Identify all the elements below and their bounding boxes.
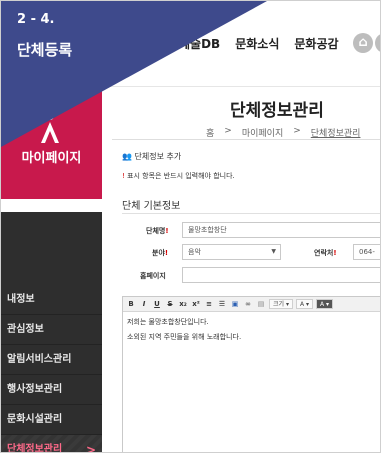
dropdown-arrow-icon: ▼: [271, 248, 276, 255]
strikethrough-button[interactable]: S: [165, 299, 175, 309]
underline-button[interactable]: U: [152, 299, 162, 309]
editor-line: 소외된 지역 주민들을 위해 노래합니다.: [127, 333, 242, 341]
font-size-label: 크기: [273, 301, 285, 308]
editor-toolbar: B I U S x₂ x² ≡ ☰ ▣ ∞ ▤ 크기 ▾ A ▾ A ▾: [123, 297, 380, 312]
main-menu: 예술DB 문화소식 문화공감: [179, 35, 339, 52]
required-mark: !: [165, 227, 169, 235]
sidebar-title: 마이페이지: [21, 151, 82, 166]
subscript-button[interactable]: x₂: [178, 299, 188, 309]
step-number: 2 - 4.: [17, 12, 55, 27]
homepage-label: 홈페이지: [140, 272, 166, 280]
org-name-input[interactable]: 물망초합창단: [182, 222, 380, 238]
required-mark: !: [122, 172, 125, 180]
notice-text: 표시 항목은 반드시 입력해야 합니다.: [127, 172, 235, 180]
section-title: 단체 기본정보: [122, 201, 181, 212]
contact-label-text: 연락처: [314, 249, 334, 257]
mypage-header: 마이페이지: [1, 87, 102, 199]
rich-text-editor: B I U S x₂ x² ≡ ☰ ▣ ∞ ▤ 크기 ▾ A ▾ A ▾ 저희는…: [122, 296, 380, 452]
main-content: 단체정보관리 홈 > 마이페이지 > 단체정보관리 👥 단체정보 추가 ! 표시…: [102, 87, 380, 452]
sub-title-text: 단체정보 추가: [134, 152, 182, 161]
required-mark: !: [333, 249, 337, 257]
sidebar-item-label: 단체정보관리: [7, 444, 63, 453]
sidebar-item-events[interactable]: 행사정보관리: [1, 375, 102, 405]
bullet-list-icon[interactable]: ☰: [217, 299, 227, 309]
required-notice: ! 표시 항목은 반드시 입력해야 합니다.: [122, 171, 235, 181]
contact-label: 연락처!: [314, 248, 337, 258]
section-divider: [122, 213, 380, 214]
font-size-dropdown[interactable]: 크기 ▾: [269, 299, 293, 309]
chevron-right-icon: >: [85, 443, 96, 453]
name-label-text: 단체명: [146, 227, 166, 235]
breadcrumb-mypage[interactable]: 마이페이지: [242, 126, 283, 139]
breadcrumb-current[interactable]: 단체정보관리: [311, 126, 361, 139]
menu-item-culture-space[interactable]: 문화공감: [294, 35, 338, 52]
sidebar-item-notifications[interactable]: 알림서비스관리: [1, 345, 102, 375]
category-label: 분야!: [152, 248, 168, 258]
sidebar-item-facilities[interactable]: 문화시설관리: [1, 405, 102, 435]
font-color-button[interactable]: A ▾: [295, 299, 313, 309]
sub-title: 👥 단체정보 추가: [122, 151, 181, 162]
group-icon: 👥: [122, 152, 132, 161]
sidebar-spacer: [1, 199, 102, 212]
category-value: 음악: [188, 248, 201, 256]
category-select[interactable]: 음악 ▼: [182, 244, 281, 260]
menu-item-culture-news[interactable]: 문화소식: [235, 35, 279, 52]
contact-input[interactable]: 064-71: [353, 244, 380, 260]
sidebar-item-my-info[interactable]: 내정보: [1, 285, 102, 315]
sidebar-item-interests[interactable]: 관심정보: [1, 315, 102, 345]
font-color-label: A: [299, 301, 305, 308]
italic-button[interactable]: I: [139, 299, 149, 309]
person-logo-icon: [41, 112, 59, 143]
link-icon[interactable]: ∞: [243, 299, 253, 309]
editor-content[interactable]: 저희는 물망초합창단입니다. 소외된 지역 주민들을 위해 노래합니다.: [123, 312, 380, 348]
background-color-button[interactable]: A ▾: [316, 299, 334, 309]
image-icon[interactable]: ▣: [230, 299, 240, 309]
page-title: 단체정보관리: [230, 101, 324, 121]
breadcrumb-separator: >: [224, 126, 232, 136]
title-divider: [112, 139, 380, 140]
table-icon[interactable]: ▤: [256, 299, 266, 309]
home-icon[interactable]: ⌂: [353, 33, 373, 53]
required-mark: !: [164, 249, 169, 257]
step-label: 단체등록: [17, 41, 73, 59]
editor-line: 저희는 물망초합창단입니다.: [127, 318, 209, 326]
sidebar-menu: 내정보 관심정보 알림서비스관리 행사정보관리 문화시설관리 단체정보관리 >: [1, 285, 102, 453]
background-color-label: A: [320, 301, 325, 308]
name-label: 단체명!: [146, 226, 169, 236]
bold-button[interactable]: B: [126, 299, 136, 309]
numbered-list-icon[interactable]: ≡: [204, 299, 214, 309]
breadcrumb: 홈 > 마이페이지 > 단체정보관리: [206, 126, 360, 139]
menu-icon[interactable]: ≡: [375, 33, 380, 53]
breadcrumb-separator: >: [293, 126, 301, 136]
superscript-button[interactable]: x²: [191, 299, 201, 309]
homepage-input[interactable]: [182, 267, 380, 283]
menu-item-artdb[interactable]: 예술DB: [179, 35, 220, 52]
sidebar: 마이페이지 내정보 관심정보 알림서비스관리 행사정보관리 문화시설관리 단체정…: [1, 87, 102, 453]
screenshot-frame: 예술DB 문화소식 문화공감 ⌂ ≡ 마이페이지 내정보 관심정보 알림서비스관…: [0, 0, 381, 453]
breadcrumb-home[interactable]: 홈: [206, 126, 214, 139]
category-label-text: 분야: [152, 249, 165, 257]
sidebar-item-organizations[interactable]: 단체정보관리 >: [1, 435, 102, 453]
